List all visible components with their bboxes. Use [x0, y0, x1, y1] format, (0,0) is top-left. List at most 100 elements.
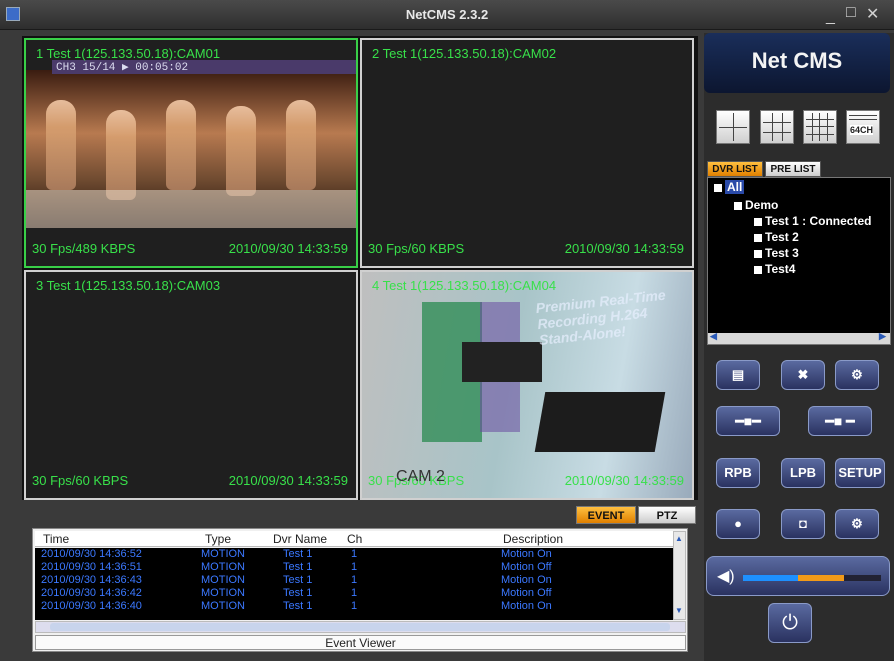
cell-dvr-name: Test 1: [283, 600, 313, 612]
tree-node-test-3[interactable]: Test 3: [754, 246, 799, 260]
tab-ptz[interactable]: PTZ: [638, 506, 696, 524]
delete-button[interactable]: ✖: [781, 360, 825, 390]
layout-16-split-button[interactable]: [803, 110, 837, 144]
plug-disconnect-icon: ━■ ━: [825, 413, 855, 429]
camera-3-label: 3 Test 1(125.133.50.18):CAM03: [36, 278, 221, 293]
event-viewer: Time Type Dvr Name Ch Description 2010/0…: [32, 528, 688, 652]
cell-description: Motion Off: [501, 561, 552, 573]
cell-description: Motion On: [501, 600, 552, 612]
camera-3-fps: 30 Fps/60 KBPS: [32, 473, 129, 488]
speaker-icon[interactable]: ◀): [717, 566, 735, 586]
tab-event[interactable]: EVENT: [576, 506, 636, 524]
open-button[interactable]: ▤: [716, 360, 760, 390]
column-header-ch[interactable]: Ch: [347, 532, 362, 546]
cell-time: 2010/09/30 14:36:42: [41, 587, 142, 599]
column-header-type[interactable]: Type: [205, 532, 231, 546]
column-header-dvr-name[interactable]: Dvr Name: [273, 532, 327, 546]
column-header-time[interactable]: Time: [43, 532, 69, 546]
cell-type: MOTION: [201, 600, 245, 612]
video-grid: CH3 15/14 ▶ 00:05:02 1 Test 1(125.133.50…: [22, 36, 698, 500]
control-sidebar: Net CMS 64CH DVR LIST PRE LIST All Demo: [704, 33, 894, 661]
event-vertical-scrollbar[interactable]: ▲ ▼: [673, 531, 686, 620]
user-icon: ●: [734, 516, 742, 531]
layout-9-split-button[interactable]: [760, 110, 794, 144]
table-row[interactable]: 2010/09/30 14:36:40 MOTION Test 1 1 Moti…: [35, 600, 673, 613]
column-header-description[interactable]: Description: [503, 532, 563, 546]
maximize-button[interactable]: □: [846, 4, 856, 22]
power-icon: ⏻: [782, 612, 798, 634]
cell-ch: 1: [351, 600, 358, 612]
tree-node-test4[interactable]: Test4: [754, 262, 795, 276]
connect-button[interactable]: ━■━: [716, 406, 780, 436]
close-button[interactable]: ✕: [866, 4, 879, 24]
camera-icon: ◘: [799, 516, 807, 531]
event-table-header: Time Type Dvr Name Ch Description: [35, 531, 673, 547]
tree-node-all[interactable]: All: [714, 180, 745, 194]
cell-dvr-name: Test 1: [283, 548, 313, 560]
volume-handle[interactable]: [798, 575, 844, 581]
table-row[interactable]: 2010/09/30 14:36:43 MOTION Test 1 1 Moti…: [35, 574, 673, 587]
camera-4-overlay-text: CAM 2: [396, 468, 445, 485]
collapse-icon[interactable]: [714, 183, 722, 192]
camera-2-timestamp: 2010/09/30 14:33:59: [564, 241, 684, 256]
cell-type: MOTION: [201, 574, 245, 586]
camera-2-label: 2 Test 1(125.133.50.18):CAM02: [372, 46, 557, 61]
cell-type: MOTION: [201, 561, 245, 573]
snapshot-button[interactable]: ◘: [781, 509, 825, 539]
table-row[interactable]: 2010/09/30 14:36:51 MOTION Test 1 1 Moti…: [35, 561, 673, 574]
camera-1-image: [26, 70, 356, 228]
tree-horizontal-scrollbar[interactable]: ◀ ▶: [708, 331, 890, 344]
camera-1-fps: 30 Fps/489 KBPS: [32, 241, 136, 256]
volume-slider[interactable]: [743, 575, 881, 581]
layout-64ch-button[interactable]: 64CH: [846, 110, 880, 144]
cell-dvr-name: Test 1: [283, 587, 313, 599]
cell-ch: 1: [351, 587, 358, 599]
expand-icon[interactable]: [754, 217, 762, 226]
camera-1-label: 1 Test 1(125.133.50.18):CAM01: [36, 46, 221, 61]
collapse-icon[interactable]: [734, 201, 742, 210]
cell-time: 2010/09/30 14:36:52: [41, 548, 142, 560]
camera-view-2[interactable]: 2 Test 1(125.133.50.18):CAM02 30 Fps/60 …: [360, 38, 694, 268]
title-bar: NetCMS 2.3.2 _ □ ✕: [0, 0, 894, 30]
cell-type: MOTION: [201, 548, 245, 560]
expand-icon[interactable]: [754, 249, 762, 258]
expand-icon[interactable]: [754, 265, 762, 274]
camera-view-3[interactable]: 3 Test 1(125.133.50.18):CAM03 30 Fps/60 …: [24, 270, 358, 500]
event-viewer-title: Event Viewer: [35, 635, 686, 650]
event-horizontal-scrollbar[interactable]: [35, 621, 686, 633]
minimize-button[interactable]: _: [826, 8, 835, 26]
expand-icon[interactable]: [754, 233, 762, 242]
layout-64ch-label: 64CH: [850, 125, 874, 135]
tree-node-test-1[interactable]: Test 1 : Connected: [754, 214, 871, 228]
event-table-body: 2010/09/30 14:36:52 MOTION Test 1 1 Moti…: [35, 548, 673, 620]
delete-icon: ✖: [797, 367, 809, 382]
table-row[interactable]: 2010/09/30 14:36:52 MOTION Test 1 1 Moti…: [35, 548, 673, 561]
volume-control[interactable]: ◀): [706, 556, 890, 596]
table-row[interactable]: 2010/09/30 14:36:42 MOTION Test 1 1 Moti…: [35, 587, 673, 600]
tab-dvr-list[interactable]: DVR LIST: [707, 161, 763, 177]
setup-button[interactable]: SETUP: [835, 458, 885, 488]
window-title: NetCMS 2.3.2: [405, 7, 489, 22]
tree-node-test-2[interactable]: Test 2: [754, 230, 799, 244]
scroll-up-icon[interactable]: ▲: [675, 534, 685, 544]
layout-4-split-button[interactable]: [716, 110, 750, 144]
config-button[interactable]: ⚙: [835, 360, 879, 390]
disconnect-button[interactable]: ━■ ━: [808, 406, 872, 436]
scroll-left-icon[interactable]: ◀: [710, 331, 717, 342]
camera-view-1[interactable]: CH3 15/14 ▶ 00:05:02 1 Test 1(125.133.50…: [24, 38, 358, 268]
brand-logo: Net CMS: [704, 33, 890, 93]
rpb-button[interactable]: RPB: [716, 458, 760, 488]
cell-dvr-name: Test 1: [283, 574, 313, 586]
lpb-button[interactable]: LPB: [781, 458, 825, 488]
user-button[interactable]: ●: [716, 509, 760, 539]
options-button[interactable]: ⚙: [835, 509, 879, 539]
tab-pre-list[interactable]: PRE LIST: [765, 161, 821, 177]
power-button[interactable]: ⏻: [768, 603, 812, 643]
scroll-thumb[interactable]: [50, 623, 670, 631]
camera-view-4[interactable]: Premium Real-Time Recording H.264 Stand-…: [360, 270, 694, 500]
scroll-right-icon[interactable]: ▶: [879, 331, 886, 342]
tree-node-demo[interactable]: Demo: [734, 198, 778, 212]
scroll-down-icon[interactable]: ▼: [675, 606, 685, 616]
camera-2-fps: 30 Fps/60 KBPS: [368, 241, 465, 256]
cell-dvr-name: Test 1: [283, 561, 313, 573]
